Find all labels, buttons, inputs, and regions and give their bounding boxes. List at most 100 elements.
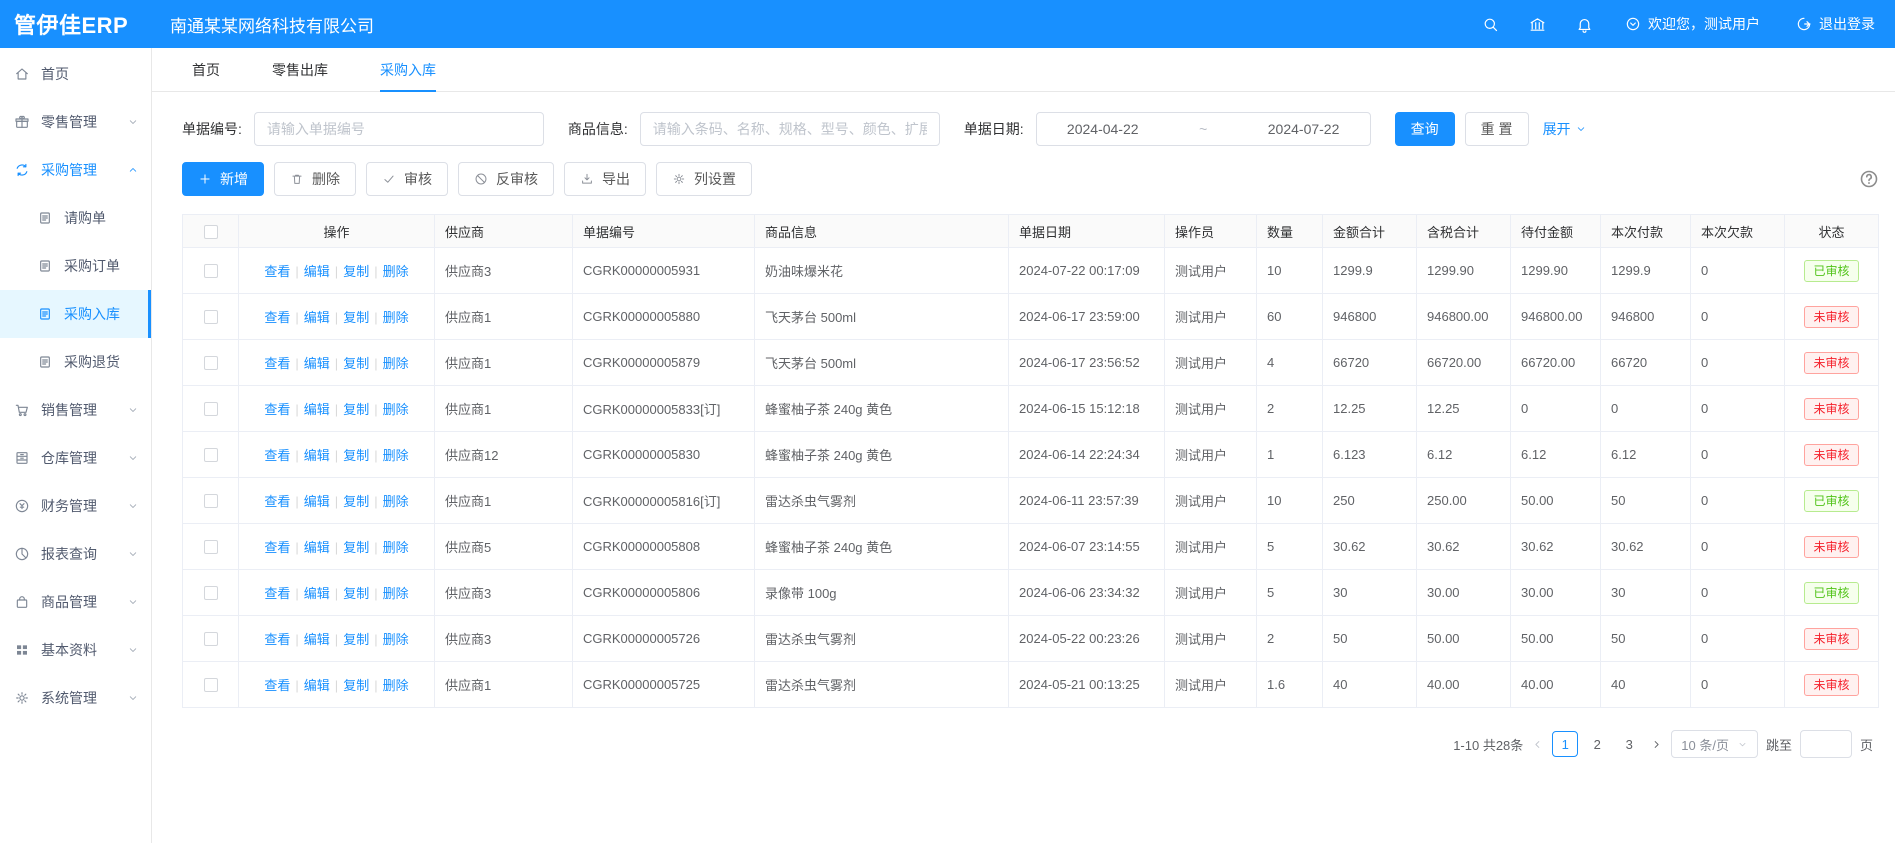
delete-link[interactable]: 删除 — [383, 678, 409, 693]
sidebar-item-purchase-return[interactable]: 采购退货 — [0, 338, 151, 386]
row-checkbox[interactable] — [204, 586, 218, 600]
search-icon[interactable] — [1482, 16, 1499, 33]
product-info-input[interactable] — [640, 112, 940, 146]
edit-link[interactable]: 编辑 — [304, 494, 330, 509]
view-link[interactable]: 查看 — [264, 448, 290, 463]
sidebar-item-home[interactable]: 首页 — [0, 50, 151, 98]
sidebar-item-basic-data[interactable]: 基本资料 — [0, 626, 151, 674]
date-from[interactable]: 2024-04-22 — [1067, 121, 1139, 137]
sidebar-item-purchase-inbound[interactable]: 采购入库 — [0, 290, 151, 338]
edit-link[interactable]: 编辑 — [304, 356, 330, 371]
reset-button[interactable]: 重 置 — [1465, 112, 1529, 146]
copy-link[interactable]: 复制 — [343, 632, 369, 647]
view-link[interactable]: 查看 — [264, 264, 290, 279]
delete-link[interactable]: 删除 — [383, 356, 409, 371]
delete-link[interactable]: 删除 — [383, 402, 409, 417]
edit-link[interactable]: 编辑 — [304, 632, 330, 647]
copy-link[interactable]: 复制 — [343, 402, 369, 417]
sidebar-item-purchase-request[interactable]: 请购单 — [0, 194, 151, 242]
row-checkbox[interactable] — [204, 632, 218, 646]
row-checkbox[interactable] — [204, 678, 218, 692]
sidebar-item-retail[interactable]: 零售管理 — [0, 98, 151, 146]
date-range-input[interactable]: 2024-04-22 ~ 2024-07-22 — [1036, 112, 1371, 146]
search-button[interactable]: 查询 — [1395, 112, 1455, 146]
expand-link[interactable]: 展开 — [1543, 119, 1587, 139]
edit-link[interactable]: 编辑 — [304, 264, 330, 279]
delete-button[interactable]: 删除 — [274, 162, 356, 196]
add-button[interactable]: 新增 — [182, 162, 264, 196]
edit-link[interactable]: 编辑 — [304, 678, 330, 693]
audit-button[interactable]: 审核 — [366, 162, 448, 196]
sidebar-item-system[interactable]: 系统管理 — [0, 674, 151, 722]
cell-payable: 30.62 — [1511, 524, 1601, 570]
sidebar-item-warehouse[interactable]: 仓库管理 — [0, 434, 151, 482]
chevron-left-icon[interactable] — [1531, 738, 1544, 751]
delete-link[interactable]: 删除 — [383, 540, 409, 555]
row-checkbox[interactable] — [204, 540, 218, 554]
edit-link[interactable]: 编辑 — [304, 540, 330, 555]
view-link[interactable]: 查看 — [264, 356, 290, 371]
bell-icon[interactable] — [1576, 16, 1593, 33]
row-checkbox[interactable] — [204, 448, 218, 462]
bank-icon[interactable] — [1529, 16, 1546, 33]
edit-link[interactable]: 编辑 — [304, 448, 330, 463]
export-button[interactable]: 导出 — [564, 162, 646, 196]
copy-link[interactable]: 复制 — [343, 310, 369, 325]
tab-purchase-inbound[interactable]: 采购入库 — [380, 48, 436, 91]
copy-link[interactable]: 复制 — [343, 264, 369, 279]
row-checkbox[interactable] — [204, 356, 218, 370]
view-link[interactable]: 查看 — [264, 632, 290, 647]
copy-link[interactable]: 复制 — [343, 678, 369, 693]
page-size-select[interactable]: 10 条/页 — [1671, 730, 1758, 758]
delete-link[interactable]: 删除 — [383, 494, 409, 509]
edit-link[interactable]: 编辑 — [304, 402, 330, 417]
help-icon[interactable] — [1859, 169, 1879, 189]
copy-link[interactable]: 复制 — [343, 356, 369, 371]
view-link[interactable]: 查看 — [264, 586, 290, 601]
sidebar-item-reports[interactable]: 报表查询 — [0, 530, 151, 578]
tab-retail-outbound[interactable]: 零售出库 — [272, 48, 328, 91]
copy-link[interactable]: 复制 — [343, 448, 369, 463]
view-link[interactable]: 查看 — [264, 678, 290, 693]
sidebar-item-finance[interactable]: 财务管理 — [0, 482, 151, 530]
copy-link[interactable]: 复制 — [343, 494, 369, 509]
jump-page-input[interactable] — [1800, 730, 1852, 758]
sidebar-item-sales[interactable]: 销售管理 — [0, 386, 151, 434]
date-to[interactable]: 2024-07-22 — [1268, 121, 1340, 137]
edit-link[interactable]: 编辑 — [304, 586, 330, 601]
select-all-checkbox[interactable] — [204, 225, 218, 239]
row-checkbox[interactable] — [204, 310, 218, 324]
edit-link[interactable]: 编辑 — [304, 310, 330, 325]
row-checkbox[interactable] — [204, 264, 218, 278]
delete-link[interactable]: 删除 — [383, 586, 409, 601]
view-link[interactable]: 查看 — [264, 494, 290, 509]
delete-link[interactable]: 删除 — [383, 448, 409, 463]
chevron-right-icon[interactable] — [1650, 738, 1663, 751]
view-link[interactable]: 查看 — [264, 402, 290, 417]
row-checkbox[interactable] — [204, 494, 218, 508]
view-link[interactable]: 查看 — [264, 540, 290, 555]
cell-supplier: 供应商1 — [435, 662, 573, 708]
page-2-button[interactable]: 2 — [1584, 731, 1610, 757]
copy-link[interactable]: 复制 — [343, 586, 369, 601]
copy-link[interactable]: 复制 — [343, 540, 369, 555]
sidebar-item-purchase-order[interactable]: 采购订单 — [0, 242, 151, 290]
order-no-input[interactable] — [254, 112, 544, 146]
page-3-button[interactable]: 3 — [1616, 731, 1642, 757]
delete-link[interactable]: 删除 — [383, 264, 409, 279]
delete-link[interactable]: 删除 — [383, 310, 409, 325]
cell-qty: 5 — [1257, 524, 1323, 570]
cell-amount: 40 — [1323, 662, 1417, 708]
column-settings-button[interactable]: 列设置 — [656, 162, 752, 196]
sidebar-item-purchase[interactable]: 采购管理 — [0, 146, 151, 194]
user-menu[interactable]: 欢迎您，测试用户 — [1625, 14, 1760, 34]
page-1-button[interactable]: 1 — [1552, 731, 1578, 757]
row-checkbox[interactable] — [204, 402, 218, 416]
sidebar-item-products[interactable]: 商品管理 — [0, 578, 151, 626]
tab-home[interactable]: 首页 — [192, 48, 220, 91]
logout-button[interactable]: 退出登录 — [1796, 14, 1875, 34]
unaudit-button[interactable]: 反审核 — [458, 162, 554, 196]
view-link[interactable]: 查看 — [264, 310, 290, 325]
delete-link[interactable]: 删除 — [383, 632, 409, 647]
cell-amount-tax: 946800.00 — [1417, 294, 1511, 340]
